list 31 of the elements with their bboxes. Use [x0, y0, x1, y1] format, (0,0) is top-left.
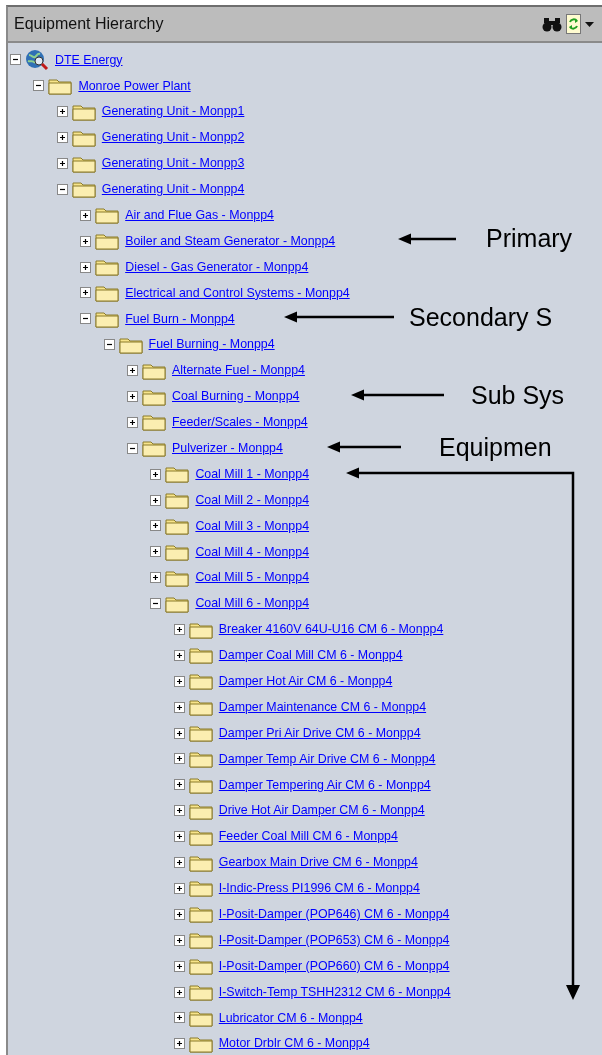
tree-node-link[interactable]: Coal Mill 3 - Monpp4 — [195, 516, 310, 536]
tree-node-link[interactable]: Coal Mill 1 - Monpp4 — [195, 464, 310, 484]
tree-node-link[interactable]: Feeder/Scales - Monpp4 — [172, 413, 308, 432]
annotation-label: Secondary S — [409, 305, 553, 330]
tree-node-link[interactable]: Electrical and Control Systems - Monpp4 — [125, 283, 350, 303]
tree-node-link[interactable]: DTE Energy — [55, 50, 123, 70]
tree-node-link[interactable]: Coal Mill 6 - Monpp4 — [195, 594, 310, 613]
annotation-label: Sub Sys — [471, 383, 565, 408]
tree-node-link[interactable]: Boiler and Steam Generator - Monpp4 — [125, 231, 336, 251]
tree-node-link[interactable]: Coal Burning - Monpp4 — [172, 387, 300, 406]
tree-node-link[interactable]: Coal Mill 5 - Monpp4 — [195, 568, 310, 588]
tree-node-link[interactable]: Damper Hot Air CM 6 - Monpp4 — [218, 672, 393, 691]
panel-title: Equipment Hierarchy — [14, 14, 164, 34]
tree-node-link[interactable]: Feeder Coal Mill CM 6 - Monpp4 — [218, 827, 398, 846]
annotation-label: Equipmen — [439, 435, 552, 460]
annotation-label: Primary — [486, 226, 573, 251]
tree-node-link[interactable]: Fuel Burn - Monpp4 — [125, 309, 235, 329]
tree-node-link[interactable]: Fuel Burning - Monpp4 — [148, 335, 275, 355]
tree-node-link[interactable]: Coal Mill 4 - Monpp4 — [195, 542, 310, 562]
tree-node-link[interactable]: Generating Unit - Monpp4 — [101, 180, 245, 199]
tree-node-link[interactable]: Generating Unit - Monpp1 — [101, 102, 245, 122]
tree-node-link[interactable]: Monroe Power Plant — [78, 76, 191, 96]
tree-node-link[interactable]: Generating Unit - Monpp3 — [101, 154, 245, 173]
tree-node-link[interactable]: Diesel - Gas Generator - Monpp4 — [125, 257, 309, 277]
tree-node-link[interactable]: Coal Mill 2 - Monpp4 — [195, 490, 310, 510]
tree-node-link[interactable]: Pulverizer - Monpp4 — [172, 439, 283, 458]
tree-node-link[interactable]: Lubricator CM 6 - Monpp4 — [218, 1008, 363, 1028]
tree-node-link[interactable]: Air and Flue Gas - Monpp4 — [125, 206, 274, 225]
tree-node-link[interactable]: Alternate Fuel - Monpp4 — [172, 361, 305, 380]
tree-node-link[interactable]: Generating Unit - Monpp2 — [101, 128, 245, 147]
tree-node-link[interactable]: Motor Drblr CM 6 - Monpp4 — [218, 1034, 370, 1054]
